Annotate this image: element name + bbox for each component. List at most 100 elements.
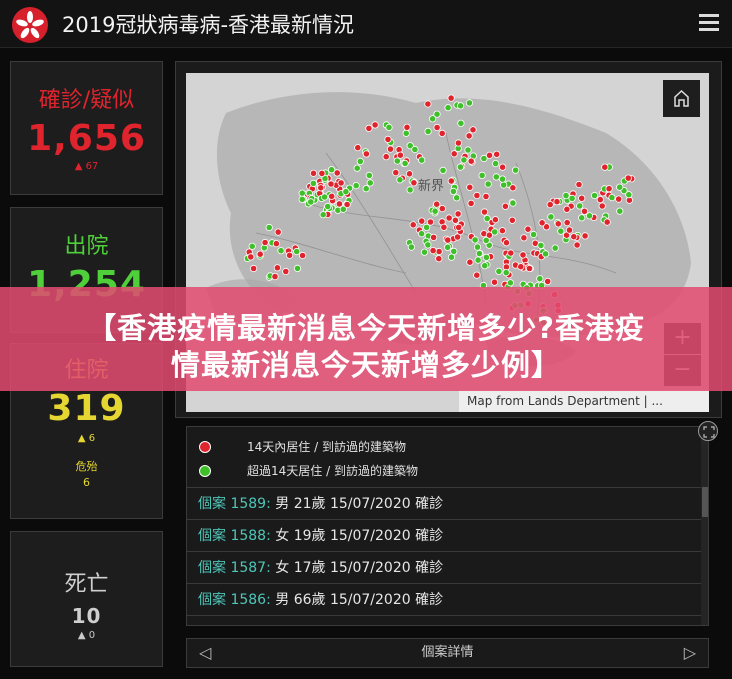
case-row-partial[interactable]	[187, 615, 701, 625]
case-marker[interactable]	[590, 191, 599, 200]
case-marker[interactable]	[435, 247, 443, 256]
case-marker[interactable]	[327, 180, 335, 188]
case-marker[interactable]	[439, 166, 447, 175]
case-marker[interactable]	[362, 185, 370, 193]
case-marker[interactable]	[339, 205, 347, 213]
case-marker[interactable]	[605, 185, 613, 193]
case-marker[interactable]	[498, 163, 507, 171]
case-marker[interactable]	[616, 207, 624, 215]
expand-icon[interactable]	[698, 421, 718, 441]
case-marker[interactable]	[342, 188, 350, 196]
case-marker[interactable]	[386, 145, 395, 153]
case-marker[interactable]	[482, 192, 490, 201]
case-marker[interactable]	[469, 126, 477, 134]
case-marker[interactable]	[498, 175, 507, 183]
home-button[interactable]	[663, 80, 700, 117]
case-marker[interactable]	[519, 251, 527, 259]
case-marker[interactable]	[392, 169, 400, 177]
case-marker[interactable]	[410, 179, 418, 187]
case-marker[interactable]	[356, 157, 364, 166]
case-marker[interactable]	[366, 179, 374, 187]
case-marker[interactable]	[403, 123, 411, 131]
case-marker[interactable]	[272, 240, 281, 248]
case-marker[interactable]	[601, 163, 609, 171]
case-marker[interactable]	[402, 129, 410, 137]
case-marker[interactable]	[484, 180, 492, 188]
case-marker[interactable]	[502, 269, 510, 277]
case-marker[interactable]	[615, 195, 623, 203]
case-marker[interactable]	[467, 157, 475, 165]
case-marker[interactable]	[454, 139, 462, 147]
case-marker[interactable]	[365, 124, 373, 133]
case-marker[interactable]	[247, 253, 255, 261]
case-marker[interactable]	[424, 100, 432, 108]
case-marker[interactable]	[261, 238, 269, 247]
scroll-thumb[interactable]	[702, 487, 708, 517]
case-marker[interactable]	[420, 248, 429, 256]
case-row[interactable]: 個案 1586: 男 66歲 15/07/2020 確診	[187, 583, 701, 615]
case-marker[interactable]	[536, 275, 544, 283]
case-marker[interactable]	[309, 179, 318, 188]
case-marker[interactable]	[563, 205, 571, 213]
case-marker[interactable]	[573, 241, 581, 249]
case-marker[interactable]	[473, 271, 481, 279]
case-marker[interactable]	[554, 220, 562, 228]
case-marker[interactable]	[624, 174, 632, 182]
case-marker[interactable]	[495, 267, 503, 275]
case-marker[interactable]	[482, 236, 490, 244]
case-marker[interactable]	[520, 234, 528, 242]
case-marker[interactable]	[433, 200, 441, 208]
case-marker[interactable]	[265, 223, 273, 232]
case-marker[interactable]	[418, 156, 426, 164]
case-marker[interactable]	[401, 159, 409, 168]
case-marker[interactable]	[491, 160, 500, 168]
case-marker[interactable]	[502, 239, 511, 247]
case-marker[interactable]	[429, 247, 437, 255]
case-marker[interactable]	[444, 104, 452, 112]
case-marker[interactable]	[529, 230, 538, 239]
case-marker[interactable]	[385, 123, 393, 132]
case-marker[interactable]	[429, 115, 437, 123]
case-marker[interactable]	[353, 164, 361, 172]
case-marker[interactable]	[524, 225, 532, 233]
case-marker[interactable]	[430, 233, 438, 241]
case-marker[interactable]	[475, 249, 483, 258]
case-marker[interactable]	[248, 242, 256, 250]
case-marker[interactable]	[562, 192, 570, 200]
case-marker[interactable]	[608, 194, 616, 202]
case-marker[interactable]	[447, 253, 456, 261]
case-marker[interactable]	[451, 216, 459, 224]
case-marker[interactable]	[298, 189, 306, 197]
case-marker[interactable]	[447, 177, 455, 185]
case-marker[interactable]	[362, 150, 370, 158]
case-marker[interactable]	[596, 196, 604, 204]
case-marker[interactable]	[547, 213, 555, 221]
case-marker[interactable]	[250, 264, 258, 273]
case-marker[interactable]	[578, 194, 586, 202]
case-marker[interactable]	[541, 250, 550, 258]
next-arrow-icon[interactable]: ▷	[684, 639, 696, 667]
case-marker[interactable]	[491, 216, 499, 224]
prev-arrow-icon[interactable]: ◁	[199, 639, 211, 667]
case-marker[interactable]	[508, 216, 516, 224]
case-marker[interactable]	[485, 151, 494, 159]
case-marker[interactable]	[454, 210, 462, 218]
hamburger-menu-icon[interactable]	[699, 14, 719, 32]
case-marker[interactable]	[396, 151, 404, 159]
case-marker[interactable]	[447, 94, 455, 102]
case-marker[interactable]	[424, 127, 432, 136]
case-marker[interactable]	[570, 233, 578, 241]
case-marker[interactable]	[282, 267, 290, 276]
case-marker[interactable]	[603, 218, 611, 226]
case-marker[interactable]	[444, 236, 452, 244]
case-marker[interactable]	[411, 145, 419, 154]
case-marker[interactable]	[467, 199, 475, 207]
case-marker[interactable]	[256, 250, 264, 258]
case-marker[interactable]	[553, 198, 561, 206]
case-marker[interactable]	[450, 150, 458, 158]
case-marker[interactable]	[493, 150, 501, 158]
case-marker[interactable]	[449, 187, 457, 196]
case-marker[interactable]	[616, 183, 624, 191]
case-marker[interactable]	[438, 129, 446, 138]
case-marker[interactable]	[445, 214, 453, 222]
